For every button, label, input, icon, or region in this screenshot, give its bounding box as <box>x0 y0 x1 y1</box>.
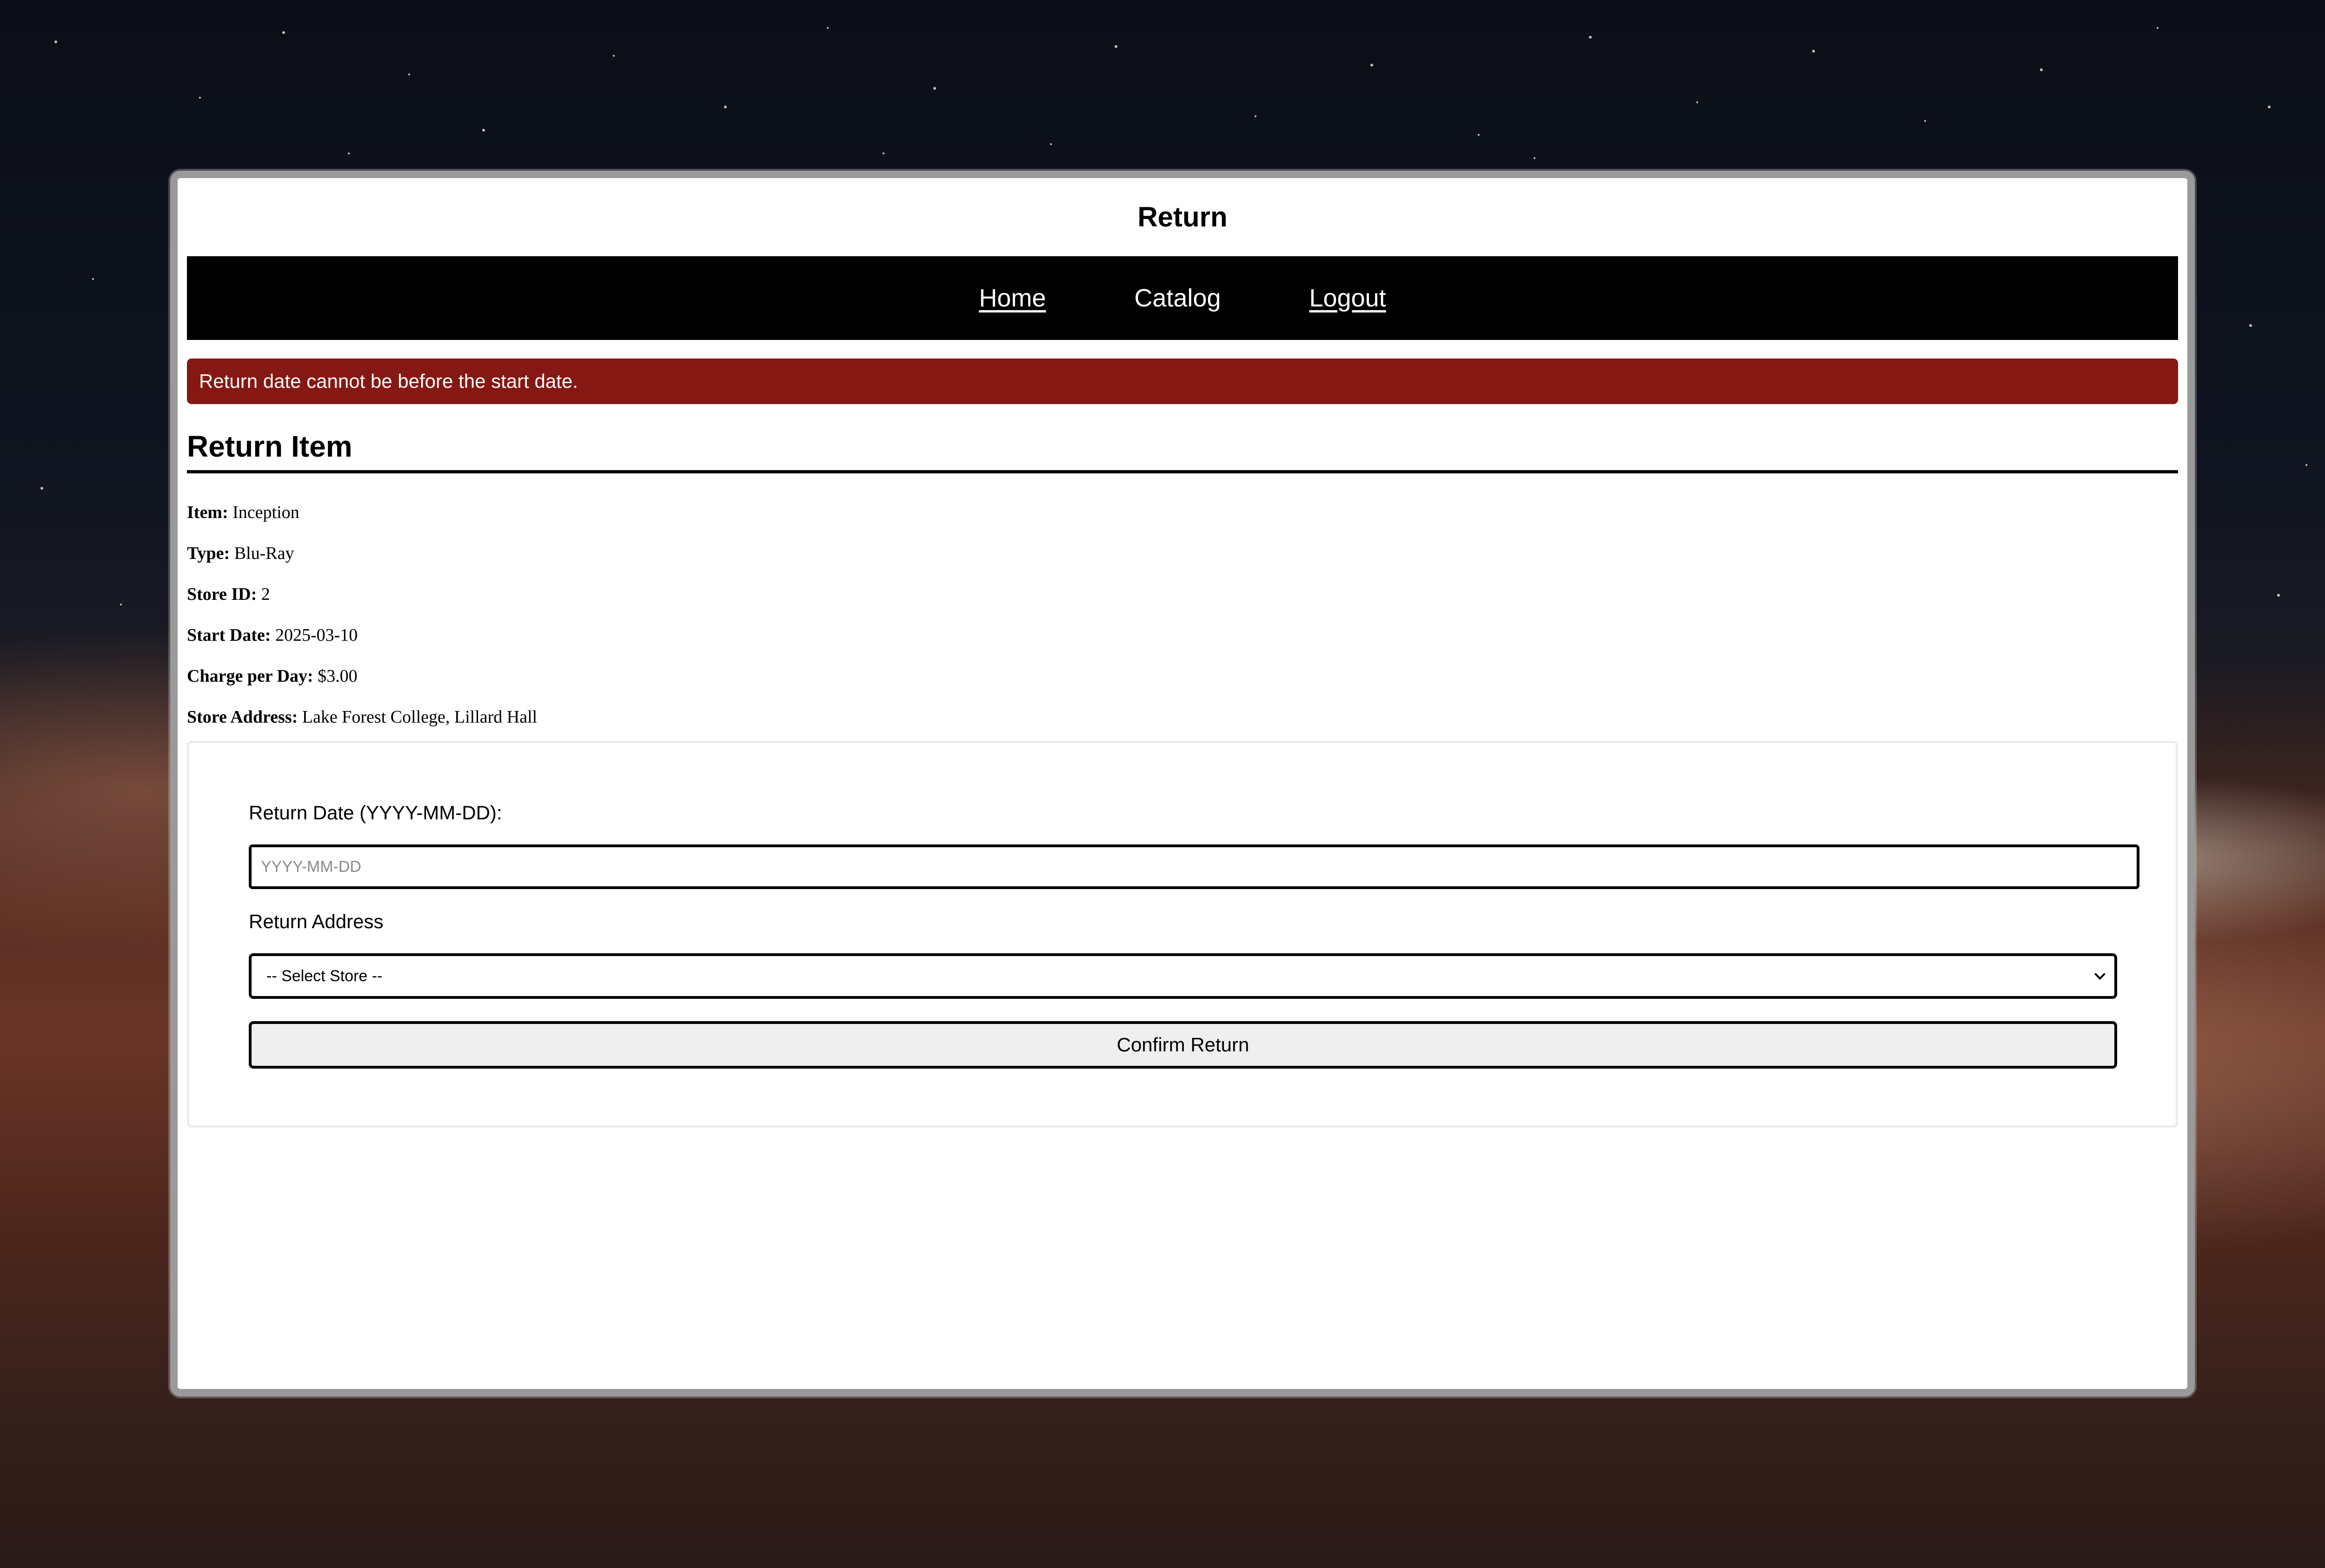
return-address-label: Return Address <box>249 910 384 932</box>
detail-type: Type: Blu-Ray <box>187 533 2178 574</box>
page-content: Return Home Catalog Logout Return date c… <box>187 178 2178 1128</box>
detail-start-date: Start Date: 2025-03-10 <box>187 615 2178 656</box>
confirm-return-button[interactable]: Confirm Return <box>249 1021 2117 1069</box>
detail-label: Store ID: <box>187 585 257 604</box>
nav-bar: Home Catalog Logout <box>187 256 2178 340</box>
detail-value: Blu-Ray <box>234 544 294 563</box>
nav-link-catalog[interactable]: Catalog <box>1134 284 1221 312</box>
return-date-input[interactable] <box>249 844 2139 889</box>
detail-value: $3.00 <box>318 666 358 686</box>
detail-label: Start Date: <box>187 625 271 645</box>
detail-value: Inception <box>232 503 299 522</box>
chevron-down-icon <box>2094 973 2106 980</box>
detail-value: 2 <box>261 585 270 604</box>
detail-value: 2025-03-10 <box>275 625 358 645</box>
detail-label: Charge per Day: <box>187 666 313 686</box>
detail-label: Item: <box>187 503 228 522</box>
detail-store-address: Store Address: Lake Forest College, Lill… <box>187 697 2178 737</box>
detail-value: Lake Forest College, Lillard Hall <box>302 707 538 727</box>
return-date-label: Return Date (YYYY-MM-DD): <box>249 802 502 824</box>
detail-charge-per-day: Charge per Day: $3.00 <box>187 656 2178 697</box>
page-title: Return <box>1137 201 1228 233</box>
detail-label: Type: <box>187 544 230 563</box>
store-select[interactable]: -- Select Store -- <box>249 953 2117 999</box>
error-alert: Return date cannot be before the start d… <box>187 359 2178 404</box>
item-details: Item: Inception Type: Blu-Ray Store ID: … <box>187 492 2178 737</box>
nav-link-logout[interactable]: Logout <box>1309 284 1386 312</box>
detail-item: Item: Inception <box>187 492 2178 533</box>
nav-link-home[interactable]: Home <box>979 284 1046 312</box>
browser-window: Return Home Catalog Logout Return date c… <box>170 171 2195 1396</box>
store-select-value: -- Select Store -- <box>266 967 383 985</box>
detail-store-id: Store ID: 2 <box>187 574 2178 615</box>
section-title: Return Item <box>187 429 2178 473</box>
detail-label: Store Address: <box>187 707 298 727</box>
return-form: Return Date (YYYY-MM-DD): Return Address… <box>187 741 2178 1128</box>
